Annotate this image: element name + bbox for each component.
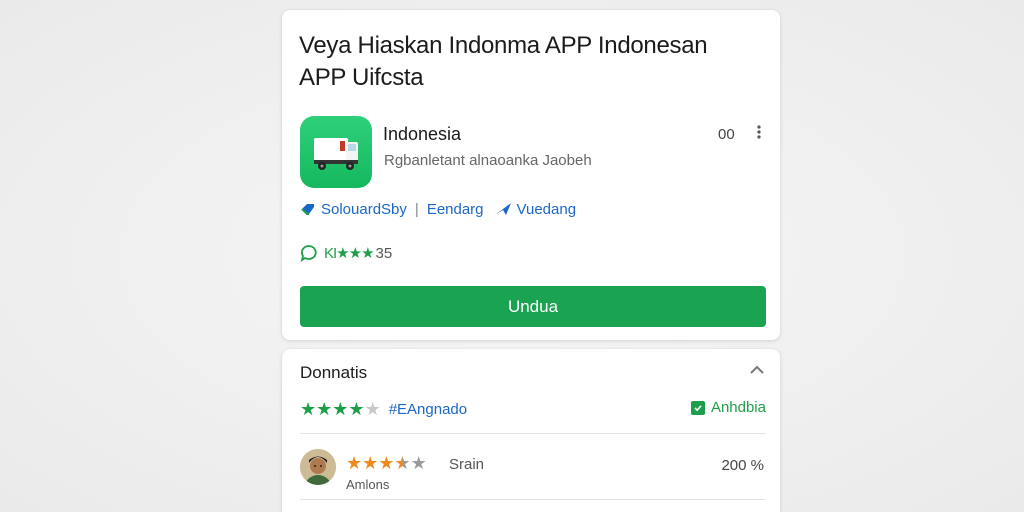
badge-label: Anhdbia [710,399,766,416]
app-name: Indonesia [383,124,462,144]
review-percent: 200 % [721,457,764,474]
truck-icon [314,138,358,170]
divider [300,499,766,500]
reviewer-label: Srain [449,456,485,473]
page-title: Veya Hiaskan Indonma APP Indonesan APP U… [299,32,708,91]
star-icon: ★ [300,398,317,419]
developer-link-label: SolouardSby [321,200,407,218]
tag-icon [301,204,314,215]
review-name: Amlons [346,477,390,492]
star-icon: ★ [332,398,349,419]
chat-bubble-icon [300,245,317,262]
summary-stars: ★★★★★ [300,399,381,420]
rating-count: 35 [375,244,393,262]
star-empty-icon: ★ [364,398,381,419]
rating-stars: KI★★★ [324,245,375,262]
section-title: Donnatis [300,363,368,382]
summary-tag[interactable]: #EAngnado [389,401,467,418]
details-card: Donnatis ★★★★★ #EAngnado Anhdbia ★★★★★ S… [282,349,780,512]
install-button[interactable]: Undua [300,286,766,327]
avatar [300,449,336,485]
star-icon: ★ [348,398,365,419]
star-half-icon: ★ [394,453,411,473]
star-icon: ★ [346,453,363,473]
send-icon [494,203,511,215]
contains-ads-link[interactable]: Vuedang [494,200,577,218]
developer-link[interactable]: SolouardSby [300,201,407,218]
app-card: Veya Hiaskan Indonma APP Indonesan APP U… [282,10,780,340]
link-separator: | [414,200,419,218]
review-stars: ★★★★★ [346,453,427,474]
summary-row: ★★★★★ #EAngnado Anhdbia [300,398,766,420]
badge[interactable]: Anhdbia [690,399,766,416]
star-empty-icon: ★ [410,453,427,473]
review-row[interactable]: ★★★★★ Srain Amlons 200 % [300,449,766,492]
star-icon: ★ [362,453,379,473]
star-icon: ★ [316,398,333,419]
category-link-label: Eendarg [426,200,484,218]
chevron-up-icon[interactable] [748,363,766,377]
page: Veya Hiaskan Indonma APP Indonesan APP U… [0,0,1024,512]
contains-ads-label: Vuedang [516,200,577,218]
developer-links: SolouardSby | Eendarg Vuedang [300,198,576,220]
category-link[interactable]: Eendarg [427,201,484,218]
app-subtitle: Rgbanletant alnaoanka Jaobeh [384,152,592,169]
check-box-icon [690,400,705,415]
more-vert-icon[interactable] [754,124,764,144]
star-icon: ★ [378,453,395,473]
app-icon[interactable] [300,116,372,188]
count-label: 00 [718,126,735,143]
divider [300,433,766,434]
rating-row[interactable]: KI★★★ 35 [300,244,392,262]
